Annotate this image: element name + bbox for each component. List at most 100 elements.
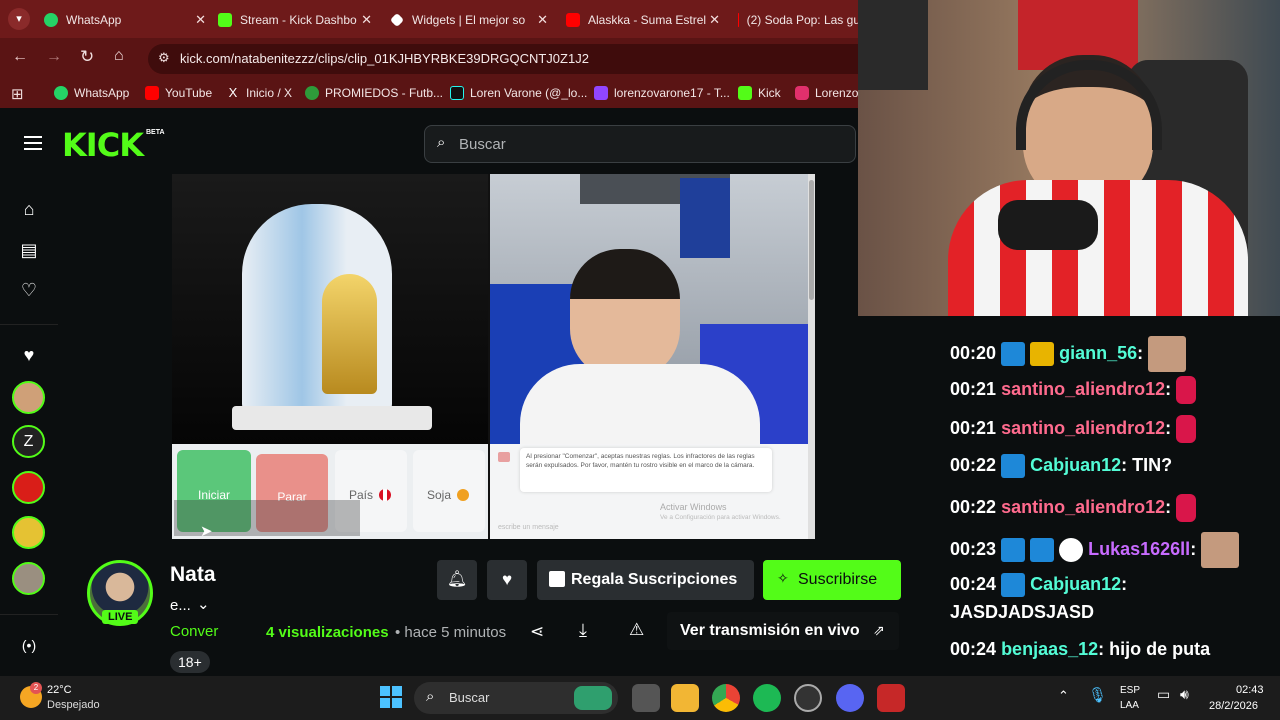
clip-video-player[interactable]: Iniciar Parar País Soja ➤ Al presionar "…: [172, 174, 815, 539]
kick-logo[interactable]: KICK: [62, 126, 144, 164]
following-heart-icon[interactable]: ♡: [18, 279, 40, 301]
clock-date[interactable]: 28/2/2026: [1209, 700, 1258, 712]
tab-widgets[interactable]: Widgets | El mejor so ✕: [389, 6, 548, 34]
url-field[interactable]: ⚙ kick.com/natabenitezzz/clips/clip_01KJ…: [148, 44, 860, 74]
watch-live-button[interactable]: Ver transmisión en vivo ⇗: [667, 612, 899, 650]
menu-icon[interactable]: [24, 136, 42, 150]
close-tab-icon[interactable]: ✕: [195, 12, 206, 28]
apps-grid-icon[interactable]: ⊞: [11, 85, 24, 103]
youtube-icon: [566, 13, 580, 27]
spotify-icon[interactable]: [753, 684, 781, 712]
promiedos-icon: [305, 86, 319, 100]
site-info-icon[interactable]: ⚙: [158, 50, 170, 66]
microphone-icon[interactable]: 🎙︎: [1088, 686, 1107, 704]
chat-username[interactable]: giann_56: [1059, 343, 1137, 363]
expand-sidebar-icon[interactable]: (•): [18, 634, 40, 656]
weather-desc: Despejado: [47, 699, 100, 711]
chat-username[interactable]: Lukas1626ll: [1088, 539, 1190, 559]
followed-channel-avatar[interactable]: [12, 562, 45, 595]
rules-notice-text: Al presionar "Comenzar", aceptas nuestra…: [526, 453, 755, 469]
instagram-icon: [795, 86, 809, 100]
chat-username[interactable]: benjaas_12: [1001, 639, 1098, 659]
subscribe-button[interactable]: ✧ Suscribirse: [763, 560, 901, 600]
chat-username[interactable]: Cabjuan12: [1030, 455, 1121, 475]
bookmark-kick[interactable]: Kick: [738, 86, 781, 100]
chat-username[interactable]: Cabjuan12: [1030, 574, 1121, 594]
browser-tab-bar: ▾ WhatsApp ✕ Stream - Kick Dashbo ✕ Widg…: [0, 0, 860, 38]
notifications-button[interactable]: 🔔︎: [437, 560, 477, 600]
crown-badge-icon: [1030, 342, 1055, 366]
language-indicator[interactable]: ESP: [1120, 685, 1140, 696]
clip-time-ago: • hace 5 minutos: [395, 624, 507, 641]
soja-button[interactable]: Soja: [413, 450, 485, 532]
home-icon[interactable]: ⌂: [114, 47, 124, 65]
chevron-down-icon[interactable]: ⌄: [197, 595, 210, 613]
chat-time: 00:21: [950, 378, 997, 399]
microphone-shape: [998, 200, 1098, 250]
discord-icon[interactable]: [836, 684, 864, 712]
weather-widget[interactable]: 2 22°C Despejado: [16, 680, 126, 716]
followed-channel-avatar[interactable]: [12, 516, 45, 549]
bookmark-promiedos[interactable]: PROMIEDOS - Futb...: [305, 86, 443, 100]
tab-label: (2) Soda Pop: Las gu: [746, 13, 860, 27]
app-red-icon[interactable]: [877, 684, 905, 712]
tab-youtube-sodapop[interactable]: (2) Soda Pop: Las gu: [738, 6, 860, 34]
reload-icon[interactable]: ↻: [80, 47, 94, 67]
search-input[interactable]: ⌕ Buscar: [424, 125, 856, 163]
volume-icon[interactable]: 🔊︎: [1180, 686, 1189, 703]
share-icon[interactable]: ⋖: [530, 622, 544, 642]
bookmark-whatsapp[interactable]: WhatsApp: [54, 86, 129, 100]
chevron-up-icon[interactable]: ⌃: [1058, 688, 1069, 704]
chat-time: 00:22: [950, 454, 997, 475]
download-icon[interactable]: ⤓: [579, 620, 587, 641]
clock-time[interactable]: 02:43: [1236, 684, 1264, 696]
bookmark-twitch[interactable]: lorenzovarone17 - T...: [594, 86, 730, 100]
close-tab-icon[interactable]: ✕: [537, 12, 548, 28]
bookmark-x[interactable]: X Inicio / X: [226, 86, 292, 101]
gift-subs-button[interactable]: Regala Suscripciones: [537, 560, 754, 600]
followed-channel-avatar[interactable]: [12, 381, 45, 414]
start-button[interactable]: [380, 686, 402, 708]
search-icon: ⌕: [426, 688, 435, 705]
followed-channel-avatar[interactable]: Z: [12, 425, 45, 458]
clip-category[interactable]: Conver: [170, 623, 218, 640]
bookmark-youtube[interactable]: YouTube: [145, 86, 212, 100]
chat-text: TIN?: [1132, 454, 1173, 475]
windows-logo-icon: [380, 686, 402, 708]
chat-username[interactable]: santino_aliendro12: [1001, 497, 1165, 517]
followed-channel-avatar[interactable]: [12, 471, 45, 504]
follow-button[interactable]: ♥: [487, 560, 527, 600]
network-icon[interactable]: ▭: [1157, 686, 1170, 703]
tiktok-icon: [450, 86, 464, 100]
home-icon[interactable]: ⌂: [18, 198, 40, 220]
pedestal-shape: [232, 406, 432, 430]
weather-badge: 2: [30, 682, 42, 694]
channel-name[interactable]: Nata: [170, 563, 216, 587]
file-explorer-icon[interactable]: [671, 684, 699, 712]
moderator-badge-icon: [1001, 538, 1026, 562]
close-tab-icon[interactable]: ✕: [709, 12, 720, 28]
chat-text: hijo de puta: [1109, 639, 1211, 659]
beta-badge: BETA: [146, 129, 165, 136]
forward-icon[interactable]: →: [46, 48, 62, 66]
chat-username[interactable]: santino_aliendro12: [1001, 379, 1165, 399]
tab-whatsapp[interactable]: WhatsApp ✕: [44, 6, 206, 34]
obs-icon[interactable]: [794, 684, 822, 712]
webcam-overlay: [858, 0, 1280, 316]
tab-youtube-alaskka[interactable]: Alaskka - Suma Estrel ✕: [566, 6, 720, 34]
close-tab-icon[interactable]: ✕: [361, 12, 372, 28]
tab-kick-dashboard[interactable]: Stream - Kick Dashbo ✕: [218, 6, 372, 34]
bookmark-instagram[interactable]: Lorenzo: [795, 86, 858, 100]
video-scrollbar[interactable]: [808, 174, 815, 539]
chat-username[interactable]: santino_aliendro12: [1001, 418, 1165, 438]
tab-list-dropdown[interactable]: ▾: [8, 8, 30, 30]
bookmark-tiktok[interactable]: Loren Varone (@_lo...: [450, 86, 587, 100]
chrome-icon[interactable]: [712, 684, 740, 712]
task-view-icon[interactable]: [632, 684, 660, 712]
report-icon[interactable]: ⚠: [629, 620, 644, 640]
back-icon[interactable]: ←: [12, 48, 28, 66]
browse-icon[interactable]: ▤: [18, 239, 40, 261]
taskbar-search[interactable]: ⌕ Buscar: [414, 682, 618, 714]
moderator-badge-icon: [1001, 454, 1026, 478]
gift-icon: [549, 571, 565, 587]
